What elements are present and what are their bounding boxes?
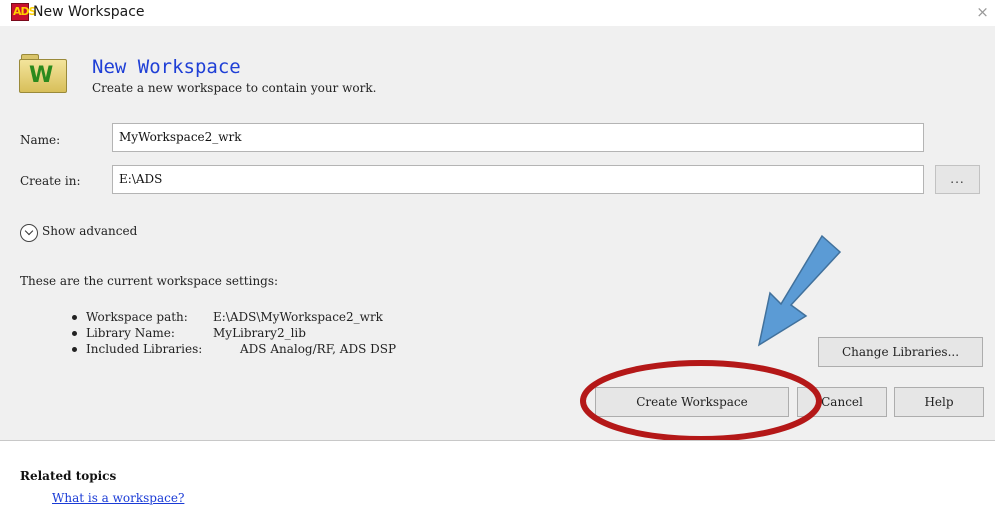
create-in-label: Create in: bbox=[20, 174, 81, 188]
title-bar: ADS New Workspace × bbox=[0, 0, 995, 26]
show-advanced-label[interactable]: Show advanced bbox=[42, 224, 137, 238]
cancel-button[interactable]: Cancel bbox=[797, 387, 887, 417]
settings-heading: These are the current workspace settings… bbox=[20, 274, 279, 288]
create-workspace-button[interactable]: Create Workspace bbox=[595, 387, 789, 417]
workspace-help-link[interactable]: What is a workspace? bbox=[52, 491, 184, 505]
setting-value: ADS Analog/RF, ADS DSP bbox=[240, 342, 397, 356]
create-in-field[interactable]: E:\ADS bbox=[112, 165, 924, 194]
dialog-content: W New Workspace Create a new workspace t… bbox=[0, 26, 995, 440]
setting-label: Library Name: bbox=[86, 326, 175, 340]
related-topics-heading: Related topics bbox=[20, 469, 117, 483]
chevron-down-circle-icon[interactable] bbox=[20, 224, 38, 242]
ads-app-icon: ADS bbox=[11, 3, 37, 21]
related-topics-section: Related topics What is a workspace? bbox=[0, 441, 995, 516]
change-libraries-button[interactable]: Change Libraries... bbox=[818, 337, 983, 367]
dialog-subtitle: Create a new workspace to contain your w… bbox=[92, 81, 377, 95]
bullet-icon bbox=[72, 315, 77, 320]
close-icon[interactable]: × bbox=[970, 0, 995, 26]
setting-value: MyLibrary2_lib bbox=[213, 326, 306, 340]
bullet-icon bbox=[72, 331, 77, 336]
name-field[interactable]: MyWorkspace2_wrk bbox=[112, 123, 924, 152]
name-label: Name: bbox=[20, 133, 61, 147]
help-button[interactable]: Help bbox=[894, 387, 984, 417]
dialog-title: New Workspace bbox=[92, 56, 241, 78]
setting-label: Included Libraries: bbox=[86, 342, 203, 356]
browse-button[interactable]: ... bbox=[935, 165, 980, 194]
bullet-icon bbox=[72, 347, 77, 352]
setting-value: E:\ADS\MyWorkspace2_wrk bbox=[213, 310, 383, 324]
setting-label: Workspace path: bbox=[86, 310, 188, 324]
window-title: New Workspace bbox=[33, 4, 145, 20]
workspace-folder-icon: W bbox=[19, 54, 67, 94]
